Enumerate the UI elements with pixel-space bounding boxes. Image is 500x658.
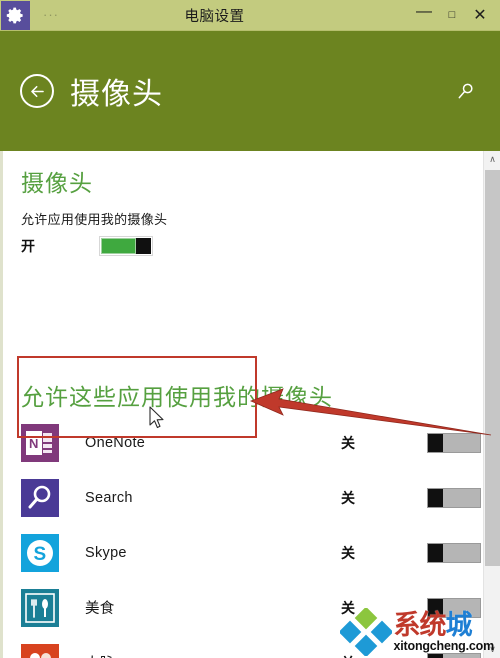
window-title: 电脑设置 (184, 8, 245, 25)
table-row[interactable]: Search 关 (21, 473, 481, 522)
app-toggle[interactable] (427, 487, 481, 508)
camera-permission-label: 允许应用使用我的摄像头 (21, 212, 168, 227)
scroll-up-arrow-icon[interactable]: ∧ (484, 151, 500, 168)
apps-list: N OneNote 关 Search 关 S Skype 关 美食 关 (21, 418, 481, 658)
camera-permission-block: 允许应用使用我的摄像头 开 (21, 209, 481, 256)
page-header: 摄像头 (0, 31, 500, 151)
page-title: 摄像头 (70, 78, 163, 111)
toggle-thumb (428, 543, 443, 562)
maximize-button[interactable]: □ (438, 0, 466, 31)
minimize-button[interactable]: — (410, 0, 438, 31)
toggle-thumb (136, 238, 151, 254)
camera-permission-row: 开 (21, 236, 481, 256)
toggle-track (443, 653, 480, 658)
svg-text:S: S (34, 544, 47, 565)
toggle-track (443, 433, 480, 452)
app-state: 关 (341, 544, 355, 561)
back-arrow-icon (30, 85, 44, 97)
app-state: 关 (341, 434, 355, 451)
table-row[interactable]: 人脉 关 (21, 638, 481, 658)
camera-permission-state: 开 (21, 238, 35, 254)
table-row[interactable]: S Skype 关 (21, 528, 481, 577)
app-name: Skype (85, 544, 127, 561)
scrollbar-thumb[interactable] (485, 170, 500, 566)
app-name: 人脉 (85, 652, 341, 658)
toggle-track (443, 598, 480, 617)
back-button[interactable] (20, 74, 54, 108)
app-state: 关 (341, 599, 355, 616)
toggle-thumb (428, 653, 443, 658)
people-icon (21, 643, 59, 658)
camera-section-heading: 摄像头 (21, 170, 93, 196)
onenote-icon: N (21, 423, 59, 462)
app-state: 关 (341, 653, 427, 658)
toggle-thumb (428, 433, 443, 452)
window-titlebar: ··· 电脑设置 — □ ✕ (0, 0, 500, 31)
app-toggle[interactable] (427, 542, 481, 563)
app-name: Search (85, 489, 133, 506)
toggle-track (443, 543, 480, 562)
app-name: 美食 (85, 601, 115, 617)
toggle-track (101, 238, 136, 254)
search-app-icon (21, 478, 59, 517)
food-icon (21, 588, 59, 627)
camera-permission-toggle[interactable] (99, 236, 153, 256)
app-toggle[interactable] (427, 652, 481, 658)
app-state: 关 (341, 489, 355, 506)
close-button[interactable]: ✕ (466, 0, 494, 31)
settings-content-panel: 摄像头 允许应用使用我的摄像头 开 允许这些应用使用我的摄像头 N OneNot… (0, 151, 500, 658)
app-toggle[interactable] (427, 432, 481, 453)
svg-text:N: N (29, 436, 38, 451)
scroll-down-arrow-icon[interactable]: ∨ (484, 641, 500, 658)
search-button[interactable] (454, 79, 478, 103)
app-name: OneNote (85, 434, 146, 451)
search-icon (458, 83, 473, 99)
table-row[interactable]: 美食 关 (21, 583, 481, 632)
apps-section-heading: 允许这些应用使用我的摄像头 (21, 384, 333, 410)
toggle-thumb (428, 488, 443, 507)
vertical-scrollbar[interactable]: ∧ ∨ (483, 151, 500, 658)
computer-settings-window: ··· 电脑设置 — □ ✕ 摄像头 摄像头 允许应用使用我的摄像头 开 允许这… (0, 0, 500, 658)
window-controls: — □ ✕ (410, 0, 500, 31)
toggle-thumb (428, 598, 443, 617)
toggle-track (443, 488, 480, 507)
app-toggle[interactable] (427, 597, 481, 618)
table-row[interactable]: N OneNote 关 (21, 418, 481, 467)
skype-icon: S (21, 533, 59, 572)
